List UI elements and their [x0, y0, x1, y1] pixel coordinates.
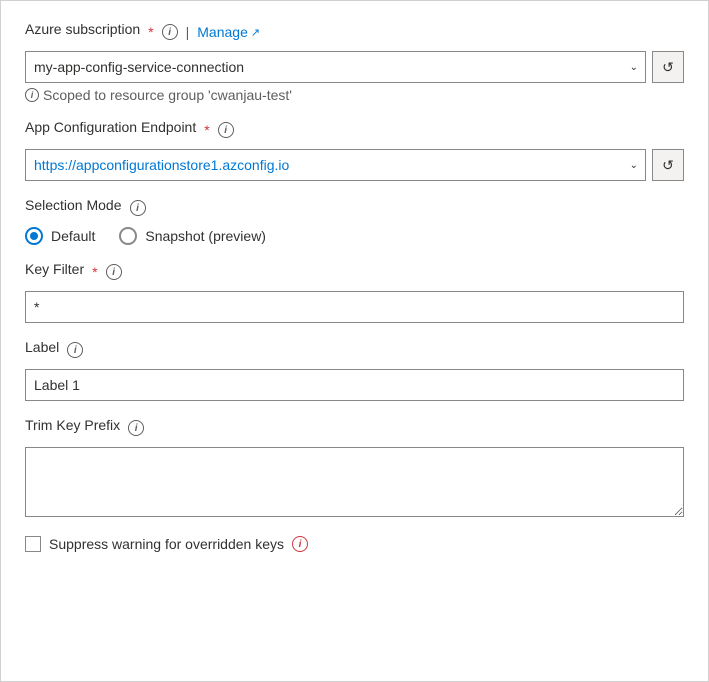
selection-mode-default-option[interactable]: Default	[25, 227, 95, 245]
trim-key-prefix-header: Trim Key Prefix i	[25, 417, 684, 439]
azure-subscription-dropdown-wrapper: my-app-config-service-connection ⌄	[25, 51, 646, 83]
manage-link[interactable]: Manage ↗	[197, 24, 260, 40]
key-filter-required: *	[92, 264, 97, 280]
app-config-endpoint-refresh-button[interactable]: ↺	[652, 149, 684, 181]
selection-mode-radio-group: Default Snapshot (preview)	[25, 227, 684, 245]
azure-subscription-required: *	[148, 24, 153, 40]
selection-mode-header: Selection Mode i	[25, 197, 684, 219]
key-filter-header: Key Filter * i	[25, 261, 684, 283]
radio-default-inner	[30, 232, 38, 240]
app-config-endpoint-dropdown-wrapper: https://appconfigurationstore1.azconfig.…	[25, 149, 646, 181]
app-config-endpoint-required: *	[204, 122, 209, 138]
label-info-icon[interactable]: i	[67, 342, 83, 358]
external-link-icon: ↗	[251, 26, 260, 39]
label-input[interactable]	[25, 369, 684, 401]
app-config-endpoint-dropdown-row: https://appconfigurationstore1.azconfig.…	[25, 149, 684, 181]
app-config-endpoint-header: App Configuration Endpoint * i	[25, 119, 684, 141]
main-panel: Azure subscription * i | Manage ↗ my-app…	[0, 0, 709, 682]
suppress-warning-checkbox[interactable]	[25, 536, 41, 552]
radio-default-circle	[25, 227, 43, 245]
selection-mode-group: Selection Mode i Default Snapshot (previ…	[25, 197, 684, 245]
radio-snapshot-label: Snapshot (preview)	[145, 228, 266, 244]
selection-mode-info-icon[interactable]: i	[130, 200, 146, 216]
app-config-endpoint-info-icon[interactable]: i	[218, 122, 234, 138]
azure-subscription-dropdown-row: my-app-config-service-connection ⌄ ↺	[25, 51, 684, 83]
label-group: Label i	[25, 339, 684, 401]
suppress-warning-info-icon[interactable]: i	[292, 536, 308, 552]
key-filter-input[interactable]	[25, 291, 684, 323]
suppress-warning-label: Suppress warning for overridden keys	[49, 536, 284, 552]
key-filter-label: Key Filter	[25, 261, 84, 277]
azure-subscription-info-icon[interactable]: i	[162, 24, 178, 40]
trim-key-prefix-info-icon[interactable]: i	[128, 420, 144, 436]
app-config-endpoint-label: App Configuration Endpoint	[25, 119, 196, 135]
selection-mode-label: Selection Mode	[25, 197, 122, 213]
azure-subscription-group: Azure subscription * i | Manage ↗ my-app…	[25, 21, 684, 103]
key-filter-info-icon[interactable]: i	[106, 264, 122, 280]
scope-note: i Scoped to resource group 'cwanjau-test…	[25, 87, 684, 103]
label-header: Label i	[25, 339, 684, 361]
radio-default-label: Default	[51, 228, 95, 244]
selection-mode-snapshot-option[interactable]: Snapshot (preview)	[119, 227, 266, 245]
trim-key-prefix-group: Trim Key Prefix i	[25, 417, 684, 520]
key-filter-group: Key Filter * i	[25, 261, 684, 323]
azure-subscription-header: Azure subscription * i | Manage ↗	[25, 21, 684, 43]
radio-snapshot-circle	[119, 227, 137, 245]
suppress-warning-row: Suppress warning for overridden keys i	[25, 536, 684, 552]
azure-subscription-refresh-button[interactable]: ↺	[652, 51, 684, 83]
app-config-endpoint-group: App Configuration Endpoint * i https://a…	[25, 119, 684, 181]
label-label: Label	[25, 339, 59, 355]
app-config-endpoint-select[interactable]: https://appconfigurationstore1.azconfig.…	[25, 149, 646, 181]
trim-key-prefix-textarea[interactable]	[25, 447, 684, 517]
azure-subscription-select[interactable]: my-app-config-service-connection	[25, 51, 646, 83]
scope-info-icon: i	[25, 88, 39, 102]
trim-key-prefix-label: Trim Key Prefix	[25, 417, 120, 433]
divider: |	[186, 24, 190, 40]
azure-subscription-label: Azure subscription	[25, 21, 140, 37]
